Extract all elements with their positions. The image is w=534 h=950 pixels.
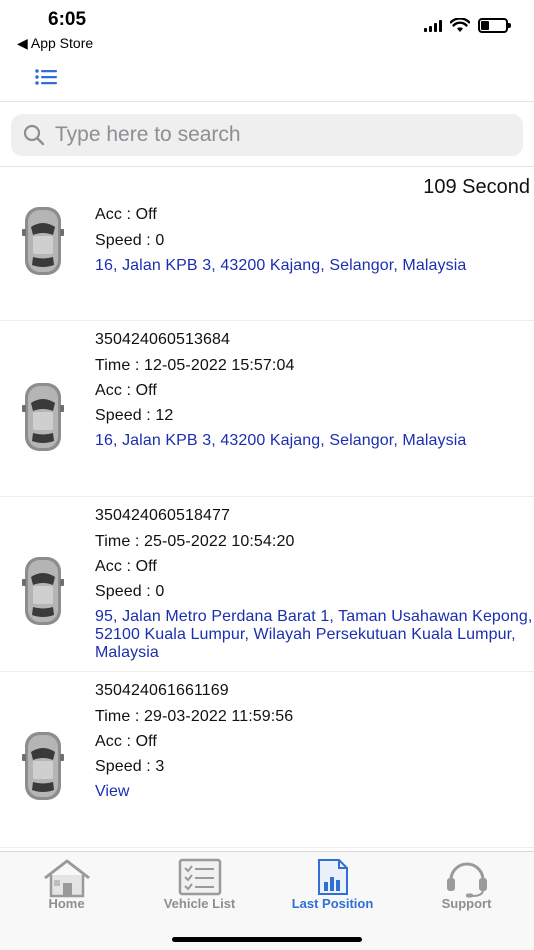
list-item[interactable]: Acc : Off Speed : 0 16, Jalan KPB 3, 432… [0,168,534,321]
vehicle-position-list[interactable]: 109 Second Acc : Off Speed : 0 16, Jalan… [0,168,534,851]
list-item[interactable]: 350424060513684 Time : 12-05-2022 15:57:… [0,321,534,497]
device-imei: 350424061661169 [95,682,229,699]
status-icons [424,18,511,33]
tab-home[interactable]: Home [0,852,133,922]
status-bar: 6:05 ◀ App Store [0,0,534,56]
tab-vehicle-list[interactable]: Vehicle List [133,852,266,922]
search-input[interactable] [55,114,510,156]
tab-label: Last Position [291,896,374,911]
nav-header [0,56,534,102]
cellular-signal-icon [424,19,442,32]
tab-bar: Home Vehicle List Last Position Support [0,851,534,950]
speed-value: Speed : 12 [95,407,174,424]
report-chart-icon [317,859,348,895]
car-icon [22,732,64,800]
address-link[interactable]: 16, Jalan KPB 3, 43200 Kajang, Selangor,… [95,257,533,275]
speed-value: Speed : 3 [95,758,165,775]
speed-value: Speed : 0 [95,583,165,600]
home-indicator [172,937,362,942]
search-box[interactable] [11,114,523,156]
car-icon [22,383,64,451]
acc-status: Acc : Off [95,206,157,223]
search-bar [0,103,534,167]
acc-status: Acc : Off [95,382,157,399]
acc-status: Acc : Off [95,733,157,750]
list-item[interactable]: 350424061661169 Time : 29-03-2022 11:59:… [0,672,534,848]
list-icon[interactable] [34,66,58,88]
tab-support[interactable]: Support [400,852,533,922]
headset-icon [446,862,487,898]
home-icon [43,859,90,898]
tab-label: Home [48,896,85,911]
device-imei: 350424060518477 [95,507,230,524]
wifi-icon [450,18,470,32]
speed-value: Speed : 0 [95,232,165,249]
back-to-app-store-link[interactable]: ◀ App Store [17,35,93,52]
battery-level [481,21,490,30]
car-icon [22,207,64,275]
list-item[interactable]: 350424060518477 Time : 25-05-2022 10:54:… [0,497,534,672]
address-link[interactable]: 95, Jalan Metro Perdana Barat 1, Taman U… [95,608,533,662]
checklist-icon [178,858,221,896]
last-update-time: Time : 12-05-2022 15:57:04 [95,357,295,374]
acc-status: Acc : Off [95,558,157,575]
battery-icon [478,18,511,33]
last-update-time: Time : 25-05-2022 10:54:20 [95,533,295,550]
search-icon [23,124,45,146]
car-icon [22,557,64,625]
last-update-time: Time : 29-03-2022 11:59:56 [95,708,294,725]
tab-last-position[interactable]: Last Position [266,852,399,922]
tab-label: Vehicle List [163,896,236,911]
device-imei: 350424060513684 [95,331,230,348]
tab-label: Support [441,896,492,911]
address-link[interactable]: 16, Jalan KPB 3, 43200 Kajang, Selangor,… [95,432,533,450]
view-address-link[interactable]: View [95,783,129,801]
status-time: 6:05 [48,9,87,30]
